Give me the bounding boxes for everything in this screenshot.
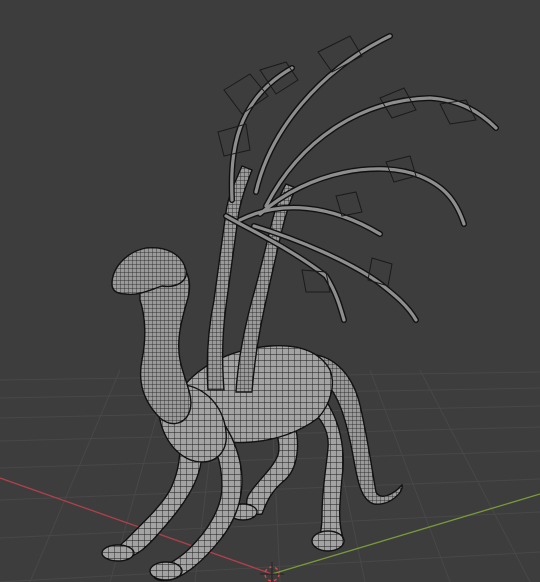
viewport-canvas[interactable] xyxy=(0,0,540,582)
wing-outlines xyxy=(217,35,477,293)
hind-foot xyxy=(311,530,345,552)
creature-mesh[interactable] xyxy=(101,33,499,582)
3d-viewport[interactable] xyxy=(0,0,540,582)
front-foot-far xyxy=(101,544,135,562)
front-foot-near xyxy=(149,561,183,581)
y-axis-line xyxy=(271,493,540,575)
